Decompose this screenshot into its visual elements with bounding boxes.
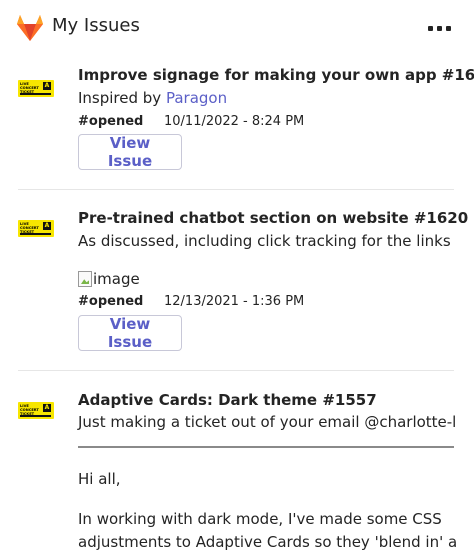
issue-title: Adaptive Cards: Dark theme #1557 <box>78 391 377 409</box>
issue-description: Inspired by Paragon <box>78 89 228 107</box>
issue-body-line: Hi all, <box>78 470 121 488</box>
view-issue-button[interactable]: View Issue <box>78 134 182 170</box>
issue-date: 12/13/2021 - 1:36 PM <box>164 294 305 309</box>
view-issue-button[interactable]: View Issue <box>78 315 182 351</box>
issue-date: 10/11/2022 - 8:24 PM <box>164 114 305 129</box>
issue-title: Pre-trained chatbot section on website #… <box>78 209 469 227</box>
issue-status-tag: #opened <box>78 114 144 129</box>
paragon-link[interactable]: Paragon <box>166 89 227 107</box>
app-header: My Issues <box>0 0 474 56</box>
ticket-icon: LIVE CONCERT TICKET A <box>18 220 54 237</box>
quote-separator <box>78 446 454 448</box>
gitlab-fox-icon <box>17 15 43 41</box>
ticket-icon: LIVE CONCERT TICKET A <box>18 402 54 419</box>
issue-description: Just making a ticket out of your email @… <box>78 413 457 431</box>
more-dots-icon[interactable] <box>428 26 451 31</box>
issue-body-line: In working with dark mode, I've made som… <box>78 510 442 528</box>
divider <box>18 189 454 190</box>
broken-image: image <box>78 270 140 288</box>
page-title: My Issues <box>52 15 140 36</box>
broken-image-icon <box>78 271 92 287</box>
issue-status-tag: #opened <box>78 294 144 309</box>
issue-title: Improve signage for making your own app … <box>78 66 474 84</box>
issue-body-line: adjustments to Adaptive Cards so they 'b… <box>78 533 458 551</box>
ticket-icon: LIVE CONCERT TICKET A <box>18 80 54 97</box>
divider <box>18 370 454 371</box>
issue-description: As discussed, including click tracking f… <box>78 232 451 250</box>
